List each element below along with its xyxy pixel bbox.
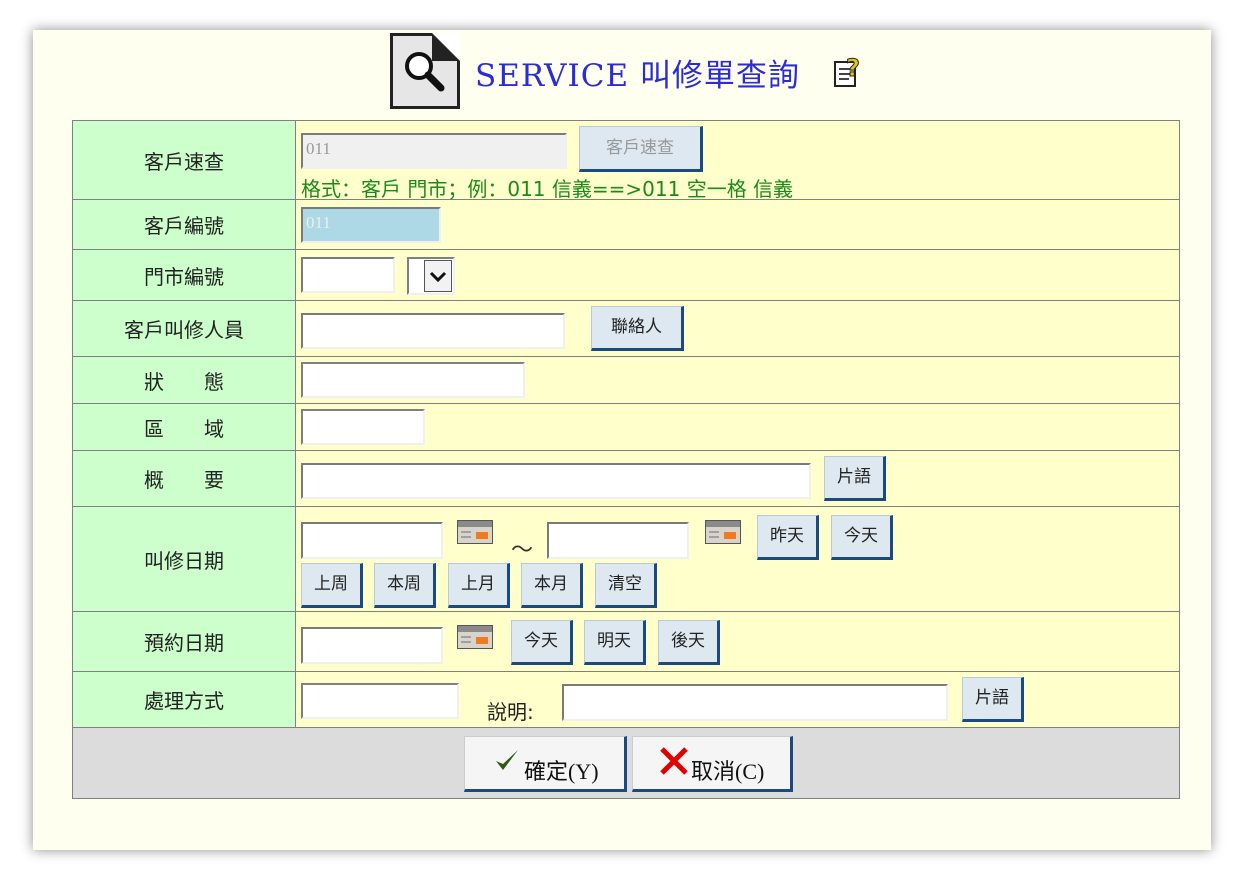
store-select[interactable] — [407, 257, 455, 295]
query-form: 客戶速查 011 客戶速查 格式：客戶 門市；例：011 信義==>011 空一… — [72, 120, 1180, 799]
label-status: 狀 態 — [72, 356, 296, 404]
search-document-icon — [390, 33, 460, 109]
label-requester: 客戶叫修人員 — [72, 300, 296, 357]
last-month-button[interactable]: 上月 — [448, 563, 510, 608]
date-range-separator: ～ — [511, 538, 534, 563]
yesterday-button[interactable]: 昨天 — [757, 515, 819, 560]
status-select[interactable] — [301, 362, 525, 398]
label-region: 區 域 — [72, 403, 296, 451]
appointment-date-input[interactable] — [301, 627, 443, 664]
customer-number-field[interactable]: 011 — [301, 207, 441, 243]
confirm-button[interactable]: 確定(Y) — [464, 736, 627, 792]
note-input[interactable] — [562, 684, 948, 721]
calendar-icon[interactable] — [457, 625, 493, 649]
chevron-down-icon — [424, 260, 452, 292]
label-customer-number: 客戶編號 — [72, 199, 296, 250]
label-store-number: 門市編號 — [72, 249, 296, 301]
search-panel: SERVICE 叫修單查詢 ? 客戶速查 011 客戶速查 格式：客戶 門市；例… — [33, 30, 1211, 850]
label-handling: 處理方式 — [72, 671, 296, 728]
page-header: SERVICE 叫修單查詢 ? — [33, 30, 1211, 120]
contact-button[interactable]: 聯絡人 — [591, 306, 684, 351]
handling-phrase-button[interactable]: 片語 — [962, 677, 1024, 722]
summary-input[interactable] — [301, 463, 811, 499]
quick-lookup-input[interactable]: 011 — [301, 133, 567, 169]
label-call-date: 叫修日期 — [72, 506, 296, 612]
call-date-from-input[interactable] — [301, 522, 443, 559]
quick-lookup-hint: 格式：客戶 門市；例：011 信義==>011 空一格 信義 — [301, 177, 794, 201]
label-quick-lookup: 客戶速查 — [72, 120, 296, 200]
confirm-label: 確定(Y) — [524, 759, 599, 784]
cancel-label: 取消(C) — [691, 759, 765, 784]
store-number-input[interactable] — [301, 257, 395, 293]
page-title: SERVICE 叫修單查詢 — [475, 58, 800, 94]
cross-icon — [660, 747, 688, 775]
label-summary: 概 要 — [72, 450, 296, 507]
help-document-icon: ? — [834, 54, 860, 87]
appointment-tomorrow-button[interactable]: 明天 — [584, 620, 646, 665]
today-button[interactable]: 今天 — [831, 515, 893, 560]
summary-phrase-button[interactable]: 片語 — [824, 456, 886, 501]
calendar-icon[interactable] — [457, 520, 493, 544]
svg-text:?: ? — [846, 54, 860, 82]
checkmark-icon — [496, 750, 518, 770]
calendar-icon[interactable] — [705, 520, 741, 544]
appointment-day-after-button[interactable]: 後天 — [658, 620, 720, 665]
this-month-button[interactable]: 本月 — [521, 563, 583, 608]
clear-button[interactable]: 清空 — [595, 563, 657, 608]
appointment-today-button[interactable]: 今天 — [511, 620, 573, 665]
label-appointment-date: 預約日期 — [72, 611, 296, 672]
last-week-button[interactable]: 上周 — [301, 563, 363, 608]
quick-lookup-button[interactable]: 客戶速查 — [579, 126, 703, 172]
region-select[interactable] — [301, 409, 425, 445]
call-date-to-input[interactable] — [547, 522, 689, 559]
handling-select[interactable] — [301, 683, 459, 719]
form-footer: 確定(Y) 取消(C) — [72, 727, 1180, 799]
this-week-button[interactable]: 本周 — [374, 563, 436, 608]
cancel-button[interactable]: 取消(C) — [632, 736, 793, 792]
note-label: 說明: — [487, 700, 534, 724]
requester-input[interactable] — [301, 313, 565, 349]
